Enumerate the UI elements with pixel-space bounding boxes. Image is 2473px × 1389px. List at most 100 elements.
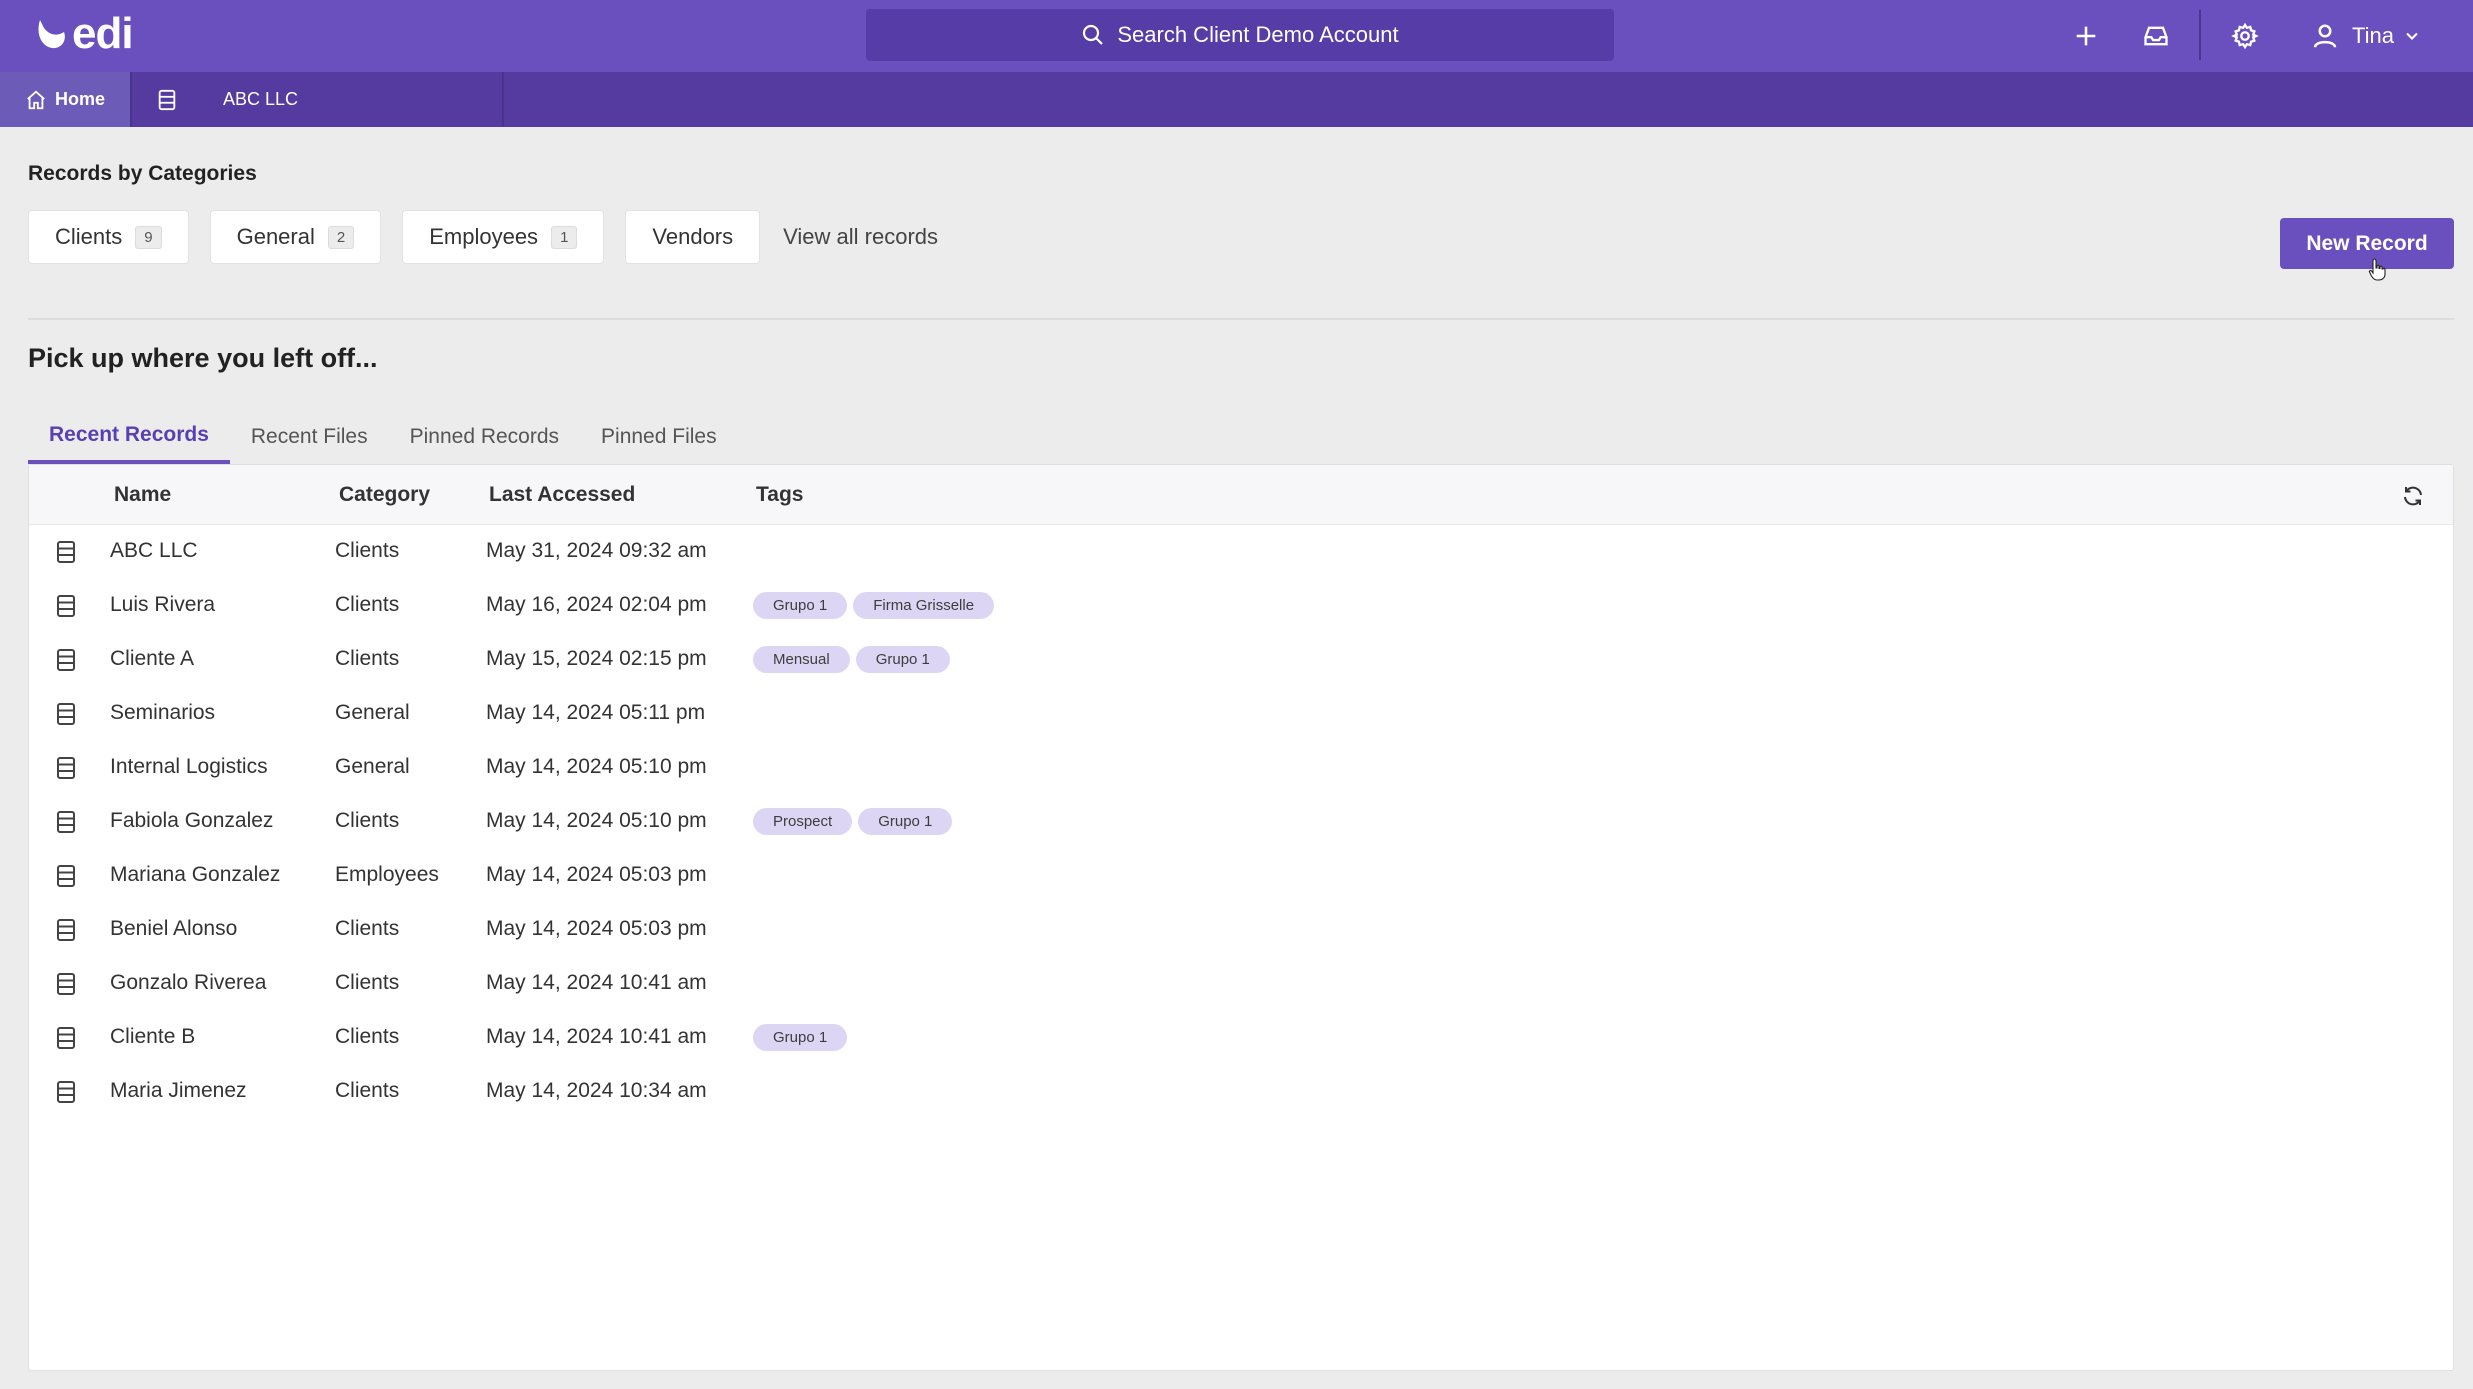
category-chip-employees[interactable]: Employees 1: [402, 210, 605, 264]
record-icon: [55, 648, 77, 672]
record-icon: [55, 594, 77, 618]
column-header-category[interactable]: Category: [339, 483, 430, 507]
record-name[interactable]: Cliente B: [110, 1025, 195, 1049]
record-name[interactable]: ABC LLC: [110, 539, 198, 563]
table-row[interactable]: Gonzalo Riverea Clients May 14, 2024 10:41…: [29, 957, 2453, 1011]
chip-label: Employees: [429, 224, 539, 249]
tag-badge[interactable]: Grupo 1: [858, 808, 953, 835]
chip-count: 1: [551, 225, 578, 249]
record-icon: [158, 89, 176, 110]
record-name[interactable]: Fabiola Gonzalez: [110, 809, 273, 833]
column-header-tags: Tags: [756, 483, 804, 506]
tag-badge[interactable]: Prospect: [753, 808, 853, 835]
inbox-button[interactable]: [2138, 18, 2174, 54]
tab-home-label: Home: [54, 89, 105, 109]
record-last-accessed: May 31, 2024 09:32 am: [486, 539, 707, 562]
top-bar: edi Search Client Demo Account Tina: [0, 0, 2473, 72]
chip-label: Vendors: [652, 224, 734, 249]
recent-records-table: Name Category Last Accessed Tags ABC LLC…: [28, 464, 2454, 1371]
record-icon: [55, 756, 77, 780]
record-category: Clients: [335, 917, 400, 940]
table-row[interactable]: Seminarios General May 14, 2024 05:11 pm: [29, 687, 2453, 741]
record-category: Clients: [335, 647, 400, 670]
record-icon: [55, 540, 77, 564]
table-row[interactable]: Cliente B Clients May 14, 2024 10:41 am Gru…: [29, 1011, 2453, 1065]
view-all-records-link[interactable]: View all records: [783, 224, 938, 250]
table-row[interactable]: Luis Rivera Clients May 16, 2024 02:04 pm G…: [29, 579, 2453, 633]
record-last-accessed: May 16, 2024 02:04 pm: [486, 593, 707, 616]
record-icon: [55, 918, 77, 942]
table-row[interactable]: Maria Jimenez Clients May 14, 2024 10:34 a…: [29, 1065, 2453, 1119]
tag-badge[interactable]: Firma Grisselle: [853, 592, 995, 619]
tab-home[interactable]: Home: [0, 72, 130, 127]
logo-text: edi: [72, 9, 134, 58]
tag-badge[interactable]: Mensual: [753, 646, 850, 673]
section-divider: [28, 318, 2454, 320]
user-icon: [2313, 24, 2337, 48]
record-category: General: [335, 755, 410, 778]
record-name[interactable]: Beniel Alonso: [110, 917, 237, 941]
record-last-accessed: May 14, 2024 10:34 am: [486, 1079, 707, 1102]
record-name[interactable]: Gonzalo Riverea: [110, 971, 266, 995]
tab-divider: [502, 72, 504, 127]
table-row[interactable]: ABC LLC Clients May 31, 2024 09:32 am: [29, 525, 2453, 579]
tag-badge[interactable]: Grupo 1: [753, 592, 848, 619]
tab-recent-files[interactable]: Recent Files: [230, 410, 389, 464]
record-icon: [55, 1026, 77, 1050]
record-icon: [55, 972, 77, 996]
new-record-button[interactable]: New Record: [2280, 218, 2454, 269]
settings-button[interactable]: [2227, 18, 2263, 54]
user-menu[interactable]: Tina: [2310, 16, 2422, 56]
record-name[interactable]: Internal Logistics: [110, 755, 268, 779]
table-row[interactable]: Internal Logistics General May 14, 2024 05…: [29, 741, 2453, 795]
column-header-last-accessed[interactable]: Last Accessed: [489, 483, 635, 507]
tag-badge[interactable]: Grupo 1: [753, 1024, 848, 1051]
gear-icon: [2231, 22, 2259, 50]
home-icon: [27, 90, 45, 109]
tab-pinned-records[interactable]: Pinned Records: [389, 410, 580, 464]
record-last-accessed: May 14, 2024 10:41 am: [486, 971, 707, 994]
table-row[interactable]: Mariana Gonzalez Employees May 14, 2024 05…: [29, 849, 2453, 903]
tab-abc-llc-label: ABC LLC: [223, 89, 299, 109]
category-chip-general[interactable]: General 2: [209, 210, 382, 264]
record-tags: Mensual Grupo 1: [753, 646, 950, 673]
record-name[interactable]: Maria Jimenez: [110, 1079, 247, 1103]
record-tags: Grupo 1 Firma Grisselle: [753, 592, 995, 619]
chevron-down-icon: [2406, 32, 2418, 40]
record-icon: [55, 1080, 77, 1104]
app-logo[interactable]: edi: [34, 9, 134, 58]
record-category: Clients: [335, 539, 400, 562]
chip-label: Clients: [55, 224, 123, 249]
tab-record-icon-button[interactable]: [132, 72, 202, 127]
record-name[interactable]: Luis Rivera: [110, 593, 215, 617]
add-button[interactable]: [2068, 18, 2104, 54]
table-row[interactable]: Fabiola Gonzalez Clients May 14, 2024 05:1…: [29, 795, 2453, 849]
plus-icon: [2076, 26, 2096, 46]
search-bar[interactable]: Search Client Demo Account: [866, 9, 1614, 61]
record-category: Employees: [335, 863, 439, 886]
record-last-accessed: May 14, 2024 05:11 pm: [486, 701, 706, 724]
tab-abc-llc[interactable]: ABC LLC: [202, 72, 502, 127]
tag-badge[interactable]: Grupo 1: [855, 646, 950, 673]
table-row[interactable]: Beniel Alonso Clients May 14, 2024 05:03 p…: [29, 903, 2453, 957]
column-header-name[interactable]: Name: [114, 483, 171, 507]
record-last-accessed: May 14, 2024 05:10 pm: [486, 809, 707, 832]
record-category: Clients: [335, 1025, 400, 1048]
record-name[interactable]: Cliente A: [110, 647, 194, 671]
table-header: Name Category Last Accessed Tags: [29, 465, 2453, 525]
user-name: Tina: [2352, 23, 2394, 48]
tab-recent-records[interactable]: Recent Records: [28, 410, 230, 464]
category-chip-vendors[interactable]: Vendors: [625, 210, 761, 264]
record-name[interactable]: Seminarios: [110, 701, 215, 725]
recent-tabs: Recent Records Recent Files Pinned Recor…: [28, 410, 738, 464]
record-name[interactable]: Mariana Gonzalez: [110, 863, 280, 887]
record-category: Clients: [335, 971, 400, 994]
category-chip-clients[interactable]: Clients 9: [28, 210, 189, 264]
record-last-accessed: May 14, 2024 10:41 am: [486, 1025, 707, 1048]
inbox-icon: [2144, 26, 2168, 46]
tab-pinned-files[interactable]: Pinned Files: [580, 410, 738, 464]
refresh-icon[interactable]: [2401, 484, 2425, 508]
table-row[interactable]: Cliente A Clients May 15, 2024 02:15 pm Men…: [29, 633, 2453, 687]
record-category: General: [335, 701, 410, 724]
record-last-accessed: May 14, 2024 05:03 pm: [486, 863, 707, 886]
